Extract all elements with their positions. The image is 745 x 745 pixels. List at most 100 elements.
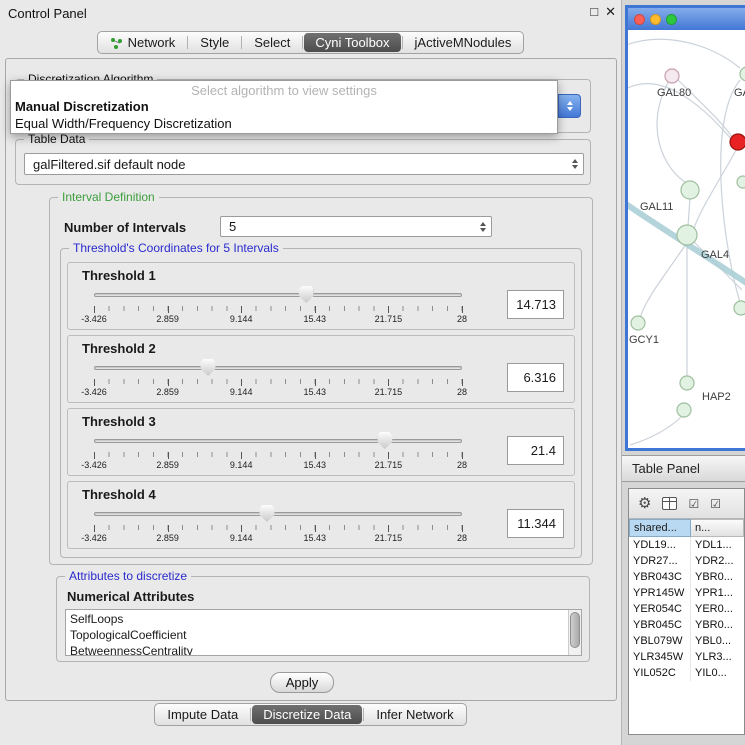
algorithm-combo-button[interactable]: [558, 94, 581, 118]
major-tick: [462, 306, 463, 313]
column-header-shared-name[interactable]: shared...: [629, 519, 691, 537]
dropdown-option-manual-discretization[interactable]: Manual Discretization: [11, 98, 557, 115]
major-tick: [241, 452, 242, 459]
table-row[interactable]: YIL052CYIL0...: [629, 665, 744, 681]
table-row[interactable]: YPR145WYPR1...: [629, 585, 744, 601]
number-of-intervals-combo[interactable]: 5: [220, 216, 492, 237]
threshold-slider[interactable]: -3.4262.8599.14415.4321.71528: [94, 358, 462, 402]
table-row[interactable]: YDR27...YDR2...: [629, 553, 744, 569]
table-row[interactable]: YER054CYER0...: [629, 601, 744, 617]
network-edge[interactable]: [688, 198, 690, 226]
float-window-icon[interactable]: □: [590, 4, 598, 20]
network-node[interactable]: [730, 134, 745, 150]
list-scrollbar[interactable]: [568, 610, 581, 655]
slider-track[interactable]: [94, 366, 462, 370]
column-header-name[interactable]: n...: [691, 519, 744, 537]
table-row[interactable]: YBL079WYBL0...: [629, 633, 744, 649]
tick-label: -3.426: [81, 533, 107, 543]
table-row[interactable]: YBR045CYBR0...: [629, 617, 744, 633]
tab-label: Select: [254, 35, 290, 50]
close-traffic-light-icon[interactable]: [634, 14, 645, 25]
tab-separator: [302, 36, 303, 49]
network-node[interactable]: [734, 301, 745, 315]
network-node[interactable]: [665, 69, 679, 83]
tab-label: Cyni Toolbox: [315, 35, 389, 50]
slider-track[interactable]: [94, 293, 462, 297]
network-node[interactable]: [680, 376, 694, 390]
major-tick: [388, 525, 389, 532]
tab-discretize-data[interactable]: Discretize Data: [252, 705, 362, 724]
zoom-traffic-light-icon[interactable]: [666, 14, 677, 25]
list-item[interactable]: TopologicalCoefficient: [66, 627, 568, 643]
network-node[interactable]: [677, 225, 697, 245]
close-window-icon[interactable]: ✕: [605, 4, 616, 20]
list-item[interactable]: BetweennessCentrality: [66, 643, 568, 656]
network-node[interactable]: [677, 403, 691, 417]
tab-cyni-toolbox[interactable]: Cyni Toolbox: [304, 33, 400, 52]
network-window-titlebar[interactable]: [628, 8, 745, 30]
threshold-slider[interactable]: -3.4262.8599.14415.4321.71528: [94, 431, 462, 475]
network-edge[interactable]: [694, 150, 736, 228]
table-row[interactable]: YLR345WYLR3...: [629, 649, 744, 665]
slider-tick-labels: -3.4262.8599.14415.4321.71528: [94, 533, 462, 545]
table-cell: YDL19...: [629, 537, 691, 553]
network-edge[interactable]: [640, 244, 686, 318]
threshold-value-box[interactable]: 6.316: [507, 363, 564, 392]
table-cell: YPR145W: [629, 585, 691, 601]
network-node[interactable]: [631, 316, 645, 330]
control-panel-tabs: Network Style Select Cyni Toolbox jActiveMNo…: [0, 31, 621, 54]
network-edge[interactable]: [628, 39, 740, 68]
slider-zone: -3.4262.8599.14415.4321.71528 6.316: [82, 358, 566, 402]
network-node[interactable]: [740, 67, 745, 81]
slider-thumb[interactable]: [299, 286, 314, 303]
threshold-slider[interactable]: -3.4262.8599.14415.4321.71528: [94, 285, 462, 329]
network-canvas[interactable]: GAL80GAGAL11GAL4GCY1HAP2: [628, 30, 745, 447]
slider-thumb[interactable]: [259, 505, 274, 522]
interval-definition-group: Interval Definition Number of Intervals …: [49, 197, 593, 565]
tab-infer-network[interactable]: Infer Network: [364, 704, 465, 725]
list-scrollbar-thumb[interactable]: [570, 612, 580, 648]
table-data-combo[interactable]: galFiltered.sif default node: [24, 153, 584, 175]
tick-label: 2.859: [156, 460, 179, 470]
tab-label: Network: [128, 35, 176, 50]
table-row[interactable]: YDL19...YDL1...: [629, 537, 744, 553]
slider-thumb[interactable]: [201, 359, 216, 376]
major-tick: [315, 379, 316, 386]
select-all-checkbox-icon[interactable]: ☑: [710, 498, 721, 510]
network-node[interactable]: [737, 176, 745, 188]
list-item[interactable]: SelfLoops: [66, 611, 568, 627]
tab-select[interactable]: Select: [242, 32, 302, 53]
threshold-value-box[interactable]: 14.713: [507, 290, 564, 319]
tick-label: 28: [457, 460, 467, 470]
slider-track[interactable]: [94, 512, 462, 516]
tab-jactivemnodules[interactable]: jActiveMNodules: [403, 32, 524, 53]
tab-style[interactable]: Style: [188, 32, 241, 53]
threshold-value-box[interactable]: 11.344: [507, 509, 564, 538]
minimize-traffic-light-icon[interactable]: [650, 14, 661, 25]
dropdown-option-equal-width-frequency[interactable]: Equal Width/Frequency Discretization: [11, 115, 557, 132]
network-edge[interactable]: [630, 416, 682, 445]
slider-track[interactable]: [94, 439, 462, 443]
column-layout-icon[interactable]: [662, 497, 677, 510]
tick-label: 15.43: [304, 460, 327, 470]
numerical-attributes-list[interactable]: SelfLoopsTopologicalCoefficientBetweenne…: [65, 609, 582, 656]
table-panel-title: Table Panel: [632, 461, 700, 476]
tick-label: 28: [457, 533, 467, 543]
apply-button[interactable]: Apply: [270, 672, 334, 693]
select-checkbox-icon[interactable]: ☑: [688, 498, 699, 510]
table-panel-header[interactable]: Table Panel: [622, 455, 745, 482]
threshold-label: Threshold 3: [82, 414, 566, 429]
cyni-toolbox-panel: Discretization Algorithm Table Data galF…: [5, 58, 617, 701]
list-items: SelfLoopsTopologicalCoefficientBetweenne…: [66, 611, 568, 656]
slider-thumb[interactable]: [377, 432, 392, 449]
major-tick: [94, 379, 95, 386]
threshold-slider[interactable]: -3.4262.8599.14415.4321.71528: [94, 504, 462, 548]
table-settings-gear-icon[interactable]: ⚙: [638, 496, 651, 511]
major-tick: [241, 306, 242, 313]
network-icon: [110, 37, 123, 49]
tab-network[interactable]: Network: [98, 32, 188, 53]
threshold-value-box[interactable]: 21.4: [507, 436, 564, 465]
tab-impute-data[interactable]: Impute Data: [155, 704, 250, 725]
network-node[interactable]: [681, 181, 699, 199]
table-row[interactable]: YBR043CYBR0...: [629, 569, 744, 585]
